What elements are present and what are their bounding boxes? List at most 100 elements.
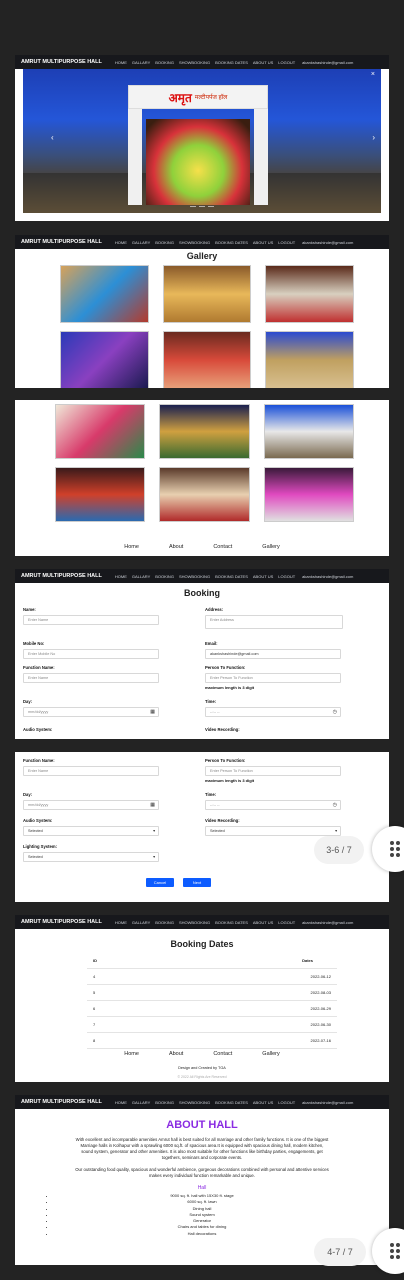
booking-dates-screenshot: AMRUT MULTIPURPOSE HALL HOME GALLARY BOO… [15,915,389,1082]
gallery-photo[interactable] [55,467,146,522]
nav-email[interactable]: akankshashinde@gmail.com [302,60,353,65]
gallery-photo[interactable] [159,467,250,522]
hall-features-list: 9000 sq. ft. hall with 15X30 ft. stage 6… [15,1193,389,1237]
gallery-photo[interactable] [263,404,354,459]
grid-menu-icon[interactable] [372,1228,404,1274]
carousel-dot[interactable] [190,205,196,207]
nav-logout[interactable]: LOGOUT [278,574,295,579]
nav-home[interactable]: HOME [115,60,127,65]
nav-home[interactable]: HOME [115,240,127,245]
nav-email[interactable]: akankshashinde@gmail.com [302,240,353,245]
nav-booking[interactable]: BOOKING [155,920,174,925]
brand[interactable]: AMRUT MULTIPURPOSE HALL [21,59,102,65]
nav-booking-dates[interactable]: BOOKING DATES [215,920,248,925]
gallery-photo[interactable] [265,265,354,323]
about-paragraph-2: Our outstanding food quality, spacious a… [75,1167,329,1178]
lighting-select[interactable]: Selected [23,852,159,862]
footer-link-gallery[interactable]: Gallery [262,1051,279,1057]
next-button[interactable]: Next [183,878,211,887]
nav-logout[interactable]: LOGOUT [278,920,295,925]
carousel-next-icon[interactable]: › [372,133,375,142]
nav-logout[interactable]: LOGOUT [278,1100,295,1105]
nav-logout[interactable]: LOGOUT [278,60,295,65]
nav-home[interactable]: HOME [115,574,127,579]
gallery-photo[interactable] [60,331,149,388]
name-input[interactable]: Enter Name [23,615,159,625]
cancel-button[interactable]: Cancel [146,878,174,887]
address-input[interactable]: Enter Address [205,615,343,629]
nav-gallery[interactable]: GALLARY [132,60,150,65]
nav-showbooking[interactable]: SHOWBOOKING [179,240,210,245]
gallery-photo[interactable] [162,265,252,323]
nav-email[interactable]: akankshashinde@gmail.com [302,1100,353,1105]
carousel-prev-icon[interactable]: ‹ [51,133,54,142]
email-input[interactable]: akankshashinde@gmail.com [205,649,341,659]
nav-about[interactable]: ABOUT US [253,574,273,579]
nav-email[interactable]: akankshashinde@gmail.com [302,574,353,579]
nav-home[interactable]: HOME [115,1100,127,1105]
mobile-input[interactable]: Enter Mobile No [23,649,159,659]
nav-home[interactable]: HOME [115,920,127,925]
hall-entrance-arch: अमृत मल्टीपर्पज हॉल [128,85,268,205]
nav-booking[interactable]: BOOKING [155,574,174,579]
audio-select[interactable]: Selected [23,826,159,836]
gallery-photo[interactable] [55,404,146,459]
footer-link-home[interactable]: Home [124,544,139,550]
nav-about[interactable]: ABOUT US [253,920,273,925]
nav-about[interactable]: ABOUT US [253,60,273,65]
gallery-photo[interactable] [159,404,250,459]
hall-subheading: Hall [197,1185,207,1191]
nav-logout[interactable]: LOGOUT [278,240,295,245]
nav-showbooking[interactable]: SHOWBOOKING [179,1100,210,1105]
video-select[interactable]: Selected [205,826,341,836]
nav-showbooking[interactable]: SHOWBOOKING [179,920,210,925]
brand[interactable]: AMRUT MULTIPURPOSE HALL [21,573,102,579]
nav-booking-dates[interactable]: BOOKING DATES [215,60,248,65]
gallery-photo[interactable] [265,331,354,388]
nav-gallery[interactable]: GALLARY [132,574,150,579]
carousel-dot[interactable] [208,205,214,207]
function-name-input[interactable]: Enter Name [23,766,159,776]
page-counter: 4-7 / 7 [314,1238,366,1266]
nav-booking[interactable]: BOOKING [155,240,174,245]
nav-about[interactable]: ABOUT US [253,1100,273,1105]
nav-booking-dates[interactable]: BOOKING DATES [215,240,248,245]
nav-showbooking[interactable]: SHOWBOOKING [179,574,210,579]
function-name-input[interactable]: Enter Name [23,673,159,683]
person-input[interactable]: Enter Person To Function [205,673,341,683]
brand[interactable]: AMRUT MULTIPURPOSE HALL [21,1099,102,1105]
person-input[interactable]: Enter Person To Function [205,766,341,776]
video-label: Video Recording: [205,818,240,823]
brand[interactable]: AMRUT MULTIPURPOSE HALL [21,919,102,925]
nav-showbooking[interactable]: SHOWBOOKING [179,60,210,65]
gallery-photo[interactable] [60,265,149,323]
audio-field: Audio System: Selected [23,818,159,836]
gallery-photo[interactable] [263,467,354,522]
time-input[interactable]: --:-- -- [205,707,341,717]
close-icon[interactable]: × [371,71,375,78]
day-input[interactable]: mm/dd/yyyy [23,800,159,810]
time-input[interactable]: --:-- -- [205,800,341,810]
carousel-indicators [190,205,214,207]
gallery-title: Gallery [186,251,218,261]
footer-link-about[interactable]: About [169,1051,183,1057]
footer-link-gallery[interactable]: Gallery [262,544,279,550]
nav-booking-dates[interactable]: BOOKING DATES [215,1100,248,1105]
nav-booking-dates[interactable]: BOOKING DATES [215,574,248,579]
nav-gallery[interactable]: GALLARY [132,1100,150,1105]
nav-gallery[interactable]: GALLARY [132,920,150,925]
footer-link-home[interactable]: Home [124,1051,139,1057]
gallery-photo[interactable] [162,331,252,388]
brand[interactable]: AMRUT MULTIPURPOSE HALL [21,239,102,245]
day-input[interactable]: mm/dd/yyyy [23,707,159,717]
footer-link-contact[interactable]: Contact [213,544,232,550]
nav-email[interactable]: akankshashinde@gmail.com [302,920,353,925]
carousel-dot[interactable] [199,205,205,207]
nav-gallery[interactable]: GALLARY [132,240,150,245]
nav-booking[interactable]: BOOKING [155,60,174,65]
footer-link-about[interactable]: About [169,544,183,550]
nav-about[interactable]: ABOUT US [253,240,273,245]
nav-booking[interactable]: BOOKING [155,1100,174,1105]
table-row: 6 2022-06-29 [87,1000,337,1017]
footer-link-contact[interactable]: Contact [213,1051,232,1057]
